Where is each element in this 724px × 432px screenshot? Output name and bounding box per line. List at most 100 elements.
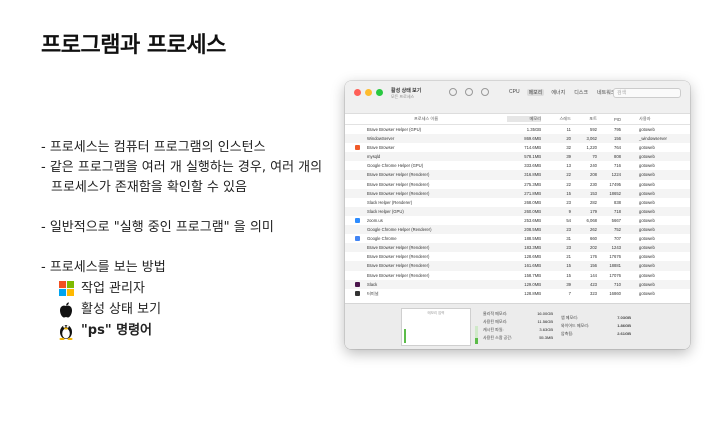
ports-value: 144 [590, 272, 597, 278]
bullet-item: - 같은 프로그램을 여러 개 실행하는 경우, 여러 개의 [41, 160, 323, 175]
table-row[interactable]: Brave Browser Helper (Renderer) 183.3MB 23… [345, 243, 690, 253]
bullet-list: - 프로세스는 컴퓨터 프로그램의 인스턴스 - 같은 프로그램을 여러 개 실… [41, 138, 351, 341]
tab-memory[interactable]: 메모리 [526, 89, 545, 96]
table-row[interactable]: Slack 129.0MB 39 423 710 gotoweb [345, 279, 690, 289]
process-name: Brave Browser Helper (Renderer) [367, 272, 430, 278]
table-row[interactable]: Slack Helper (Renderer) 268.0MB 23 282 838 go… [345, 198, 690, 207]
pid-value: 1224 [611, 172, 621, 178]
tab-cpu[interactable]: CPU [507, 89, 522, 96]
apple-logo-icon [57, 301, 75, 319]
table-row[interactable]: Slack Helper (GPU) 260.0MB 9 179 718 gotoweb [345, 206, 690, 216]
window-title: 활성 상태 보기 [391, 88, 422, 94]
zoom-window-button[interactable] [376, 89, 383, 96]
app-icon [355, 236, 360, 242]
ports-value: 202 [590, 245, 597, 251]
stat-value: 55.3MB [539, 335, 553, 340]
minimize-window-button[interactable] [365, 89, 372, 96]
table-header: 프로세스 이름 메모리 스레드 포트 PID 사용자 [345, 114, 690, 125]
threads-value: 11 [566, 127, 571, 132]
table-row[interactable]: Google Chrome 188.5MB 31 660 707 gotoweb [345, 234, 690, 243]
table-row[interactable]: Google Chrome Helper (GPU) 333.6MB 13 240 71… [345, 161, 690, 170]
tab-bar: CPU 메모리 에너지 디스크 네트워크 [507, 89, 617, 96]
table-row[interactable]: Brave Browser Helper (Renderer) 316.8MB 22… [345, 170, 690, 180]
pid-value: 707 [614, 236, 621, 242]
method-label: 활성 상태 보기 [81, 301, 162, 317]
user-value: gotoweb [639, 254, 655, 260]
table-row[interactable]: Brave Browser Helper (Renderer) 275.3MB 22… [345, 180, 690, 189]
threads-value: 9 [568, 208, 571, 214]
process-name: Google Chrome Helper (GPU) [367, 163, 424, 169]
stat-value: 3.63GB [539, 327, 553, 332]
search-input[interactable]: 검색 [613, 88, 681, 98]
process-name: zoom.us [345, 216, 507, 225]
bullet-item: 프로세스가 존재함을 확인할 수 있음 [51, 180, 247, 195]
process-table-body: Brave Browser Helper (GPU) 1.35GB 11 592 795… [345, 125, 690, 298]
threads-value: 39 [566, 281, 571, 287]
column-process-name[interactable]: 프로세스 이름 [345, 116, 507, 122]
column-pid[interactable]: PID [597, 117, 621, 122]
stop-process-icon[interactable] [449, 88, 457, 96]
app-icon [355, 281, 360, 287]
threads-value: 54 [566, 217, 571, 223]
pid-value: 17676 [609, 254, 621, 260]
user-value: gotoweb [639, 290, 655, 296]
bullet-item: - 프로세스는 컴퓨터 프로그램의 인스턴스 [41, 140, 266, 155]
memory-stats-secondary: 앱 메모리: 7.03GB 와이어드 메모리: 1.86GB 압축됨: 2.61GB [561, 314, 631, 338]
linux-tux-icon [57, 322, 75, 340]
tab-energy[interactable]: 에너지 [549, 89, 567, 96]
column-user[interactable]: 사용자 [621, 116, 667, 122]
user-value: gotoweb [639, 245, 655, 251]
close-window-button[interactable] [354, 89, 361, 96]
table-row[interactable]: WindowServer 869.6MB 20 3,062 156 _windowserv… [345, 134, 690, 144]
table-row[interactable]: 터미널 128.8MB 7 323 16860 gotoweb [345, 289, 690, 298]
table-row[interactable]: Brave Browser Helper (GPU) 1.35GB 11 592 795… [345, 125, 690, 134]
table-row[interactable]: mysqld 578.1MB 39 70 808 gotoweb [345, 152, 690, 162]
ports-value: 323 [590, 290, 597, 296]
memory-stat: 압축됨: 2.61GB [561, 330, 631, 338]
ports-value: 179 [590, 208, 597, 214]
activity-monitor-window: 활성 상태 보기 모든 프로세스 CPU 메모리 에너지 디스크 네트워크 검색… [345, 81, 690, 349]
stat-label: 캐시된 파일: [483, 327, 504, 332]
process-name: Slack Helper (Renderer) [367, 199, 413, 205]
process-name: WindowServer [367, 136, 395, 142]
memory-stat: 사용된 스왑 공간: 55.3MB [483, 334, 553, 342]
table-row[interactable]: Brave Browser Helper (Renderer) 161.6MB 15… [345, 261, 690, 271]
app-icon [355, 217, 360, 223]
ports-value: 230 [590, 181, 597, 187]
memory-stat: 캐시된 파일: 3.63GB [483, 326, 553, 334]
memory-value: 316.8MB [524, 172, 541, 178]
column-memory[interactable]: 메모리 [507, 116, 541, 122]
column-ports[interactable]: 포트 [571, 116, 597, 122]
stat-label: 사용된 메모리: [483, 319, 508, 324]
table-row[interactable]: Brave Browser Helper (Renderer) 158.7MB 15… [345, 271, 690, 280]
memory-value: 208.5MB [524, 227, 541, 233]
table-row[interactable]: Brave Browser 714.6MB 32 1,220 764 gotoweb [345, 143, 690, 152]
table-row[interactable]: zoom.us 253.6MB 54 6,068 5667 gotoweb [345, 216, 690, 225]
info-icon[interactable] [465, 88, 473, 96]
ports-value: 208 [590, 172, 597, 178]
stat-label: 앱 메모리: [561, 315, 578, 320]
process-name: Brave Browser Helper (Renderer) [367, 254, 430, 260]
process-name-text: Slack [367, 281, 378, 287]
user-value: gotoweb [639, 199, 655, 205]
threads-value: 13 [566, 163, 571, 169]
ports-value: 6,068 [586, 217, 597, 223]
memory-value: 260.0MB [524, 208, 541, 214]
table-row[interactable]: Brave Browser Helper (Renderer) 271.8MB 15… [345, 188, 690, 198]
column-threads[interactable]: 스레드 [541, 116, 571, 122]
method-activity-monitor: 활성 상태 보기 [41, 299, 351, 320]
slide-title: 프로그램과 프로세스 [41, 33, 226, 58]
ports-value: 3,062 [586, 136, 597, 142]
more-options-icon[interactable] [481, 88, 489, 96]
table-row[interactable]: Brave Browser Helper (Renderer) 128.6MB 21… [345, 252, 690, 261]
tab-disk[interactable]: 디스크 [572, 89, 590, 96]
threads-value: 23 [566, 199, 571, 205]
ports-value: 592 [590, 127, 597, 132]
user-value: gotoweb [639, 217, 655, 223]
process-name: Google Chrome [345, 234, 507, 243]
app-icon [355, 290, 360, 296]
window-subtitle: 모든 프로세스 [391, 94, 415, 99]
memory-value: 1.35GB [526, 127, 541, 132]
table-row[interactable]: Google Chrome Helper (Renderer) 208.5MB 23… [345, 225, 690, 235]
user-value: gotoweb [639, 281, 655, 287]
